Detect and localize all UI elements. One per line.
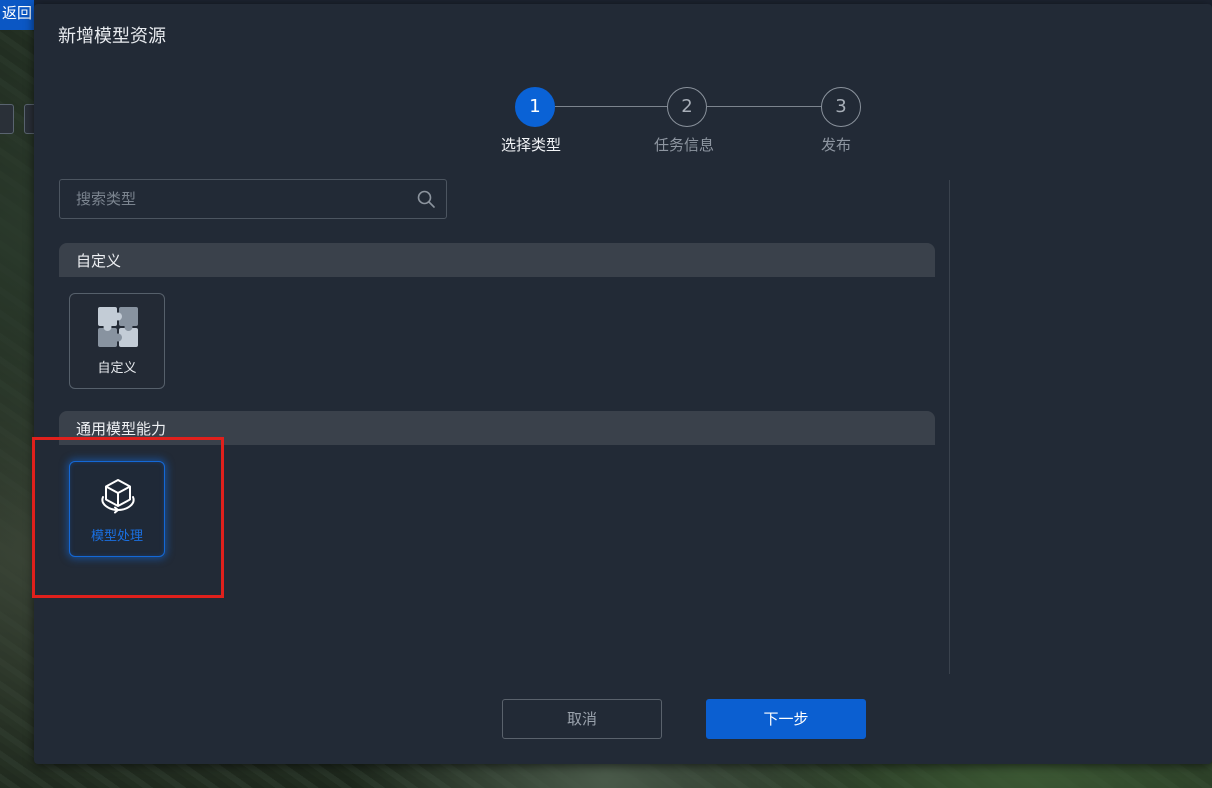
step-connector <box>707 106 821 107</box>
puzzle-icon <box>98 307 138 347</box>
next-step-button[interactable]: 下一步 <box>706 699 866 739</box>
step-2-label: 任务信息 <box>653 136 714 154</box>
add-model-resource-dialog: 新增模型资源 1 2 3 选择类型 任务信息 发布 自定义 自定义 通用模型能力 <box>34 4 1212 764</box>
step-2-indicator: 2 <box>667 87 707 127</box>
type-card-custom[interactable]: 自定义 <box>69 293 165 389</box>
search-icon[interactable] <box>416 189 436 209</box>
search-input[interactable] <box>60 180 400 218</box>
card-label: 自定义 <box>97 361 137 376</box>
section-header-custom: 自定义 <box>59 243 935 277</box>
back-button[interactable]: 返回 <box>0 0 34 30</box>
highlight-annotation-box <box>32 437 224 598</box>
step-connector <box>555 106 667 107</box>
dialog-title: 新增模型资源 <box>58 26 166 47</box>
background-map-control[interactable] <box>0 104 14 134</box>
step-1-label: 选择类型 <box>500 136 561 154</box>
step-1-indicator: 1 <box>515 87 555 127</box>
panel-divider <box>949 180 950 674</box>
step-3-label: 发布 <box>820 136 851 154</box>
search-box <box>59 179 447 219</box>
step-3-indicator: 3 <box>821 87 861 127</box>
cancel-button[interactable]: 取消 <box>502 699 662 739</box>
